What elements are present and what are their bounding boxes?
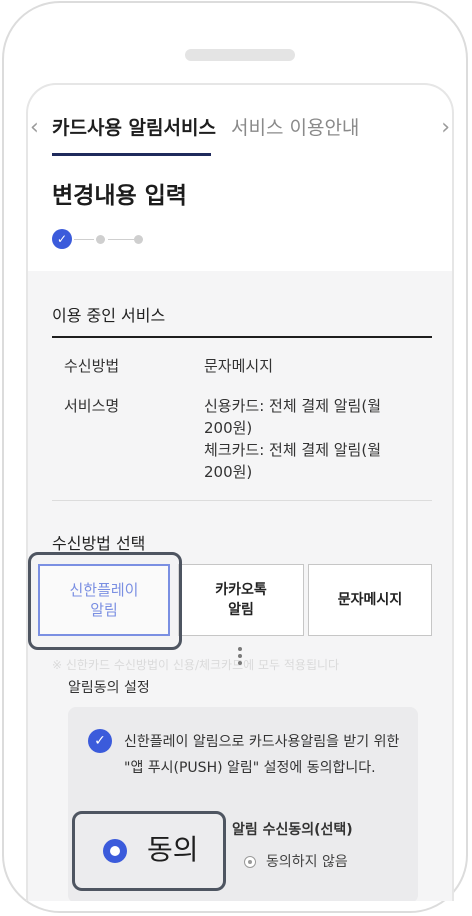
focus-highlight <box>28 552 182 650</box>
radio-disagree[interactable]: 동의하지 않음 <box>244 851 348 871</box>
agree-label: 동의 <box>147 833 199 866</box>
method-label: 수신방법 <box>64 357 120 375</box>
check-icon[interactable]: ✓ <box>88 729 112 753</box>
consent-subheading: 알림 수신동의(선택) <box>232 822 353 838</box>
method-value: 문자메시지 <box>204 357 274 375</box>
consent-text: 신한플레이 알림으로 카드사용알림을 받기 위한 "앱 푸시(PUSH) 알림"… <box>124 734 400 776</box>
phone-frame: ‹ 카드사용 알림서비스 서비스 이용안내 › 변경내용 입력 ✓ 이용 중인 … <box>2 1 468 913</box>
step-dot <box>134 235 143 244</box>
check-icon: ✓ <box>52 229 72 249</box>
radio-unselected-icon <box>244 856 256 868</box>
page-title: 변경내용 입력 <box>52 183 187 209</box>
method-select-heading: 수신방법 선택 <box>52 534 146 553</box>
chevron-right-icon[interactable]: › <box>441 117 450 139</box>
radio-agree[interactable]: 동의 <box>72 811 226 891</box>
divider <box>52 500 432 501</box>
tab-service-guide[interactable]: 서비스 이용안내 <box>231 115 359 141</box>
app-screen: ‹ 카드사용 알림서비스 서비스 이용안내 › 변경내용 입력 ✓ 이용 중인 … <box>26 83 454 901</box>
step-indicator: ✓ <box>52 229 152 251</box>
option-kakaotalk[interactable]: 카카오톡 알림 <box>178 564 304 636</box>
radio-selected-icon <box>103 839 127 863</box>
step-dot <box>96 235 105 244</box>
option-label: 카카오톡 알림 <box>215 582 267 618</box>
chevron-left-icon[interactable]: ‹ <box>30 117 39 139</box>
tab-card-usage-alert[interactable]: 카드사용 알림서비스 <box>52 115 216 141</box>
current-service-heading: 이용 중인 서비스 <box>52 306 166 325</box>
option-label: 문자메시지 <box>337 592 403 608</box>
method-note: ※ 신한카드 수신방법이 신용/체크카드에 모두 적용됩니다 <box>52 658 340 672</box>
section-divider <box>52 336 432 338</box>
phone-speaker <box>185 49 295 61</box>
tab-bar: ‹ 카드사용 알림서비스 서비스 이용안내 › <box>28 85 452 165</box>
drag-handle-icon[interactable] <box>236 647 244 671</box>
step-connector <box>108 239 134 240</box>
step-connector <box>74 239 94 240</box>
consent-heading: 알림동의 설정 <box>68 680 150 696</box>
disagree-label: 동의하지 않음 <box>266 854 348 870</box>
service-name-label: 서비스명 <box>64 397 120 415</box>
option-sms[interactable]: 문자메시지 <box>308 564 432 636</box>
service-name-credit: 신용카드: 전체 결제 알림(월 200원) <box>204 397 382 437</box>
active-tab-indicator <box>52 153 211 156</box>
service-name-check: 체크카드: 전체 결제 알림(월 200원) <box>204 441 382 481</box>
